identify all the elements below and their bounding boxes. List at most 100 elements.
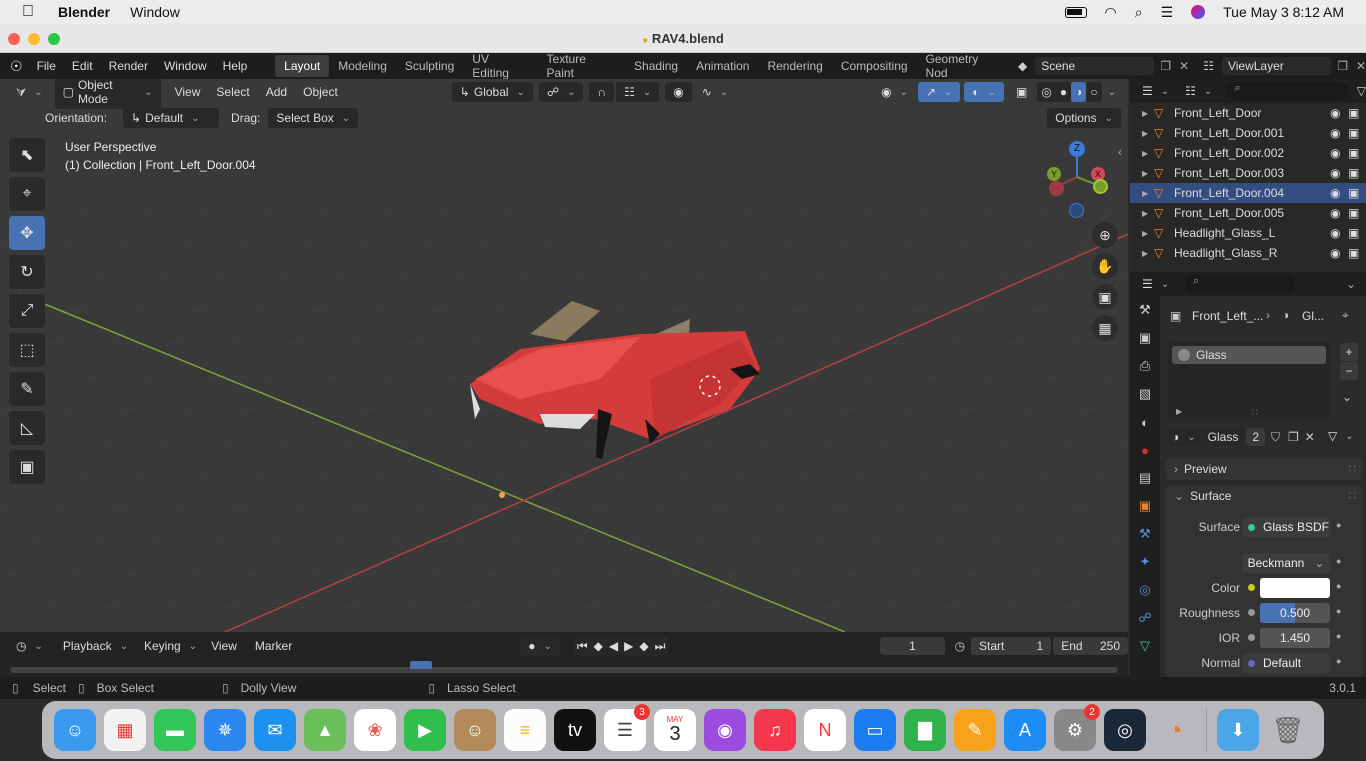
material-slot-row[interactable]: Glass [1172, 346, 1326, 364]
remove-view-layer-icon[interactable]: ✕ [1356, 59, 1366, 73]
start-frame-field[interactable]: Start 1 [971, 637, 1052, 655]
app-store-icon[interactable]: A [1004, 709, 1046, 751]
color-socket-icon[interactable] [1248, 584, 1255, 591]
outliner-filter-icon[interactable]: ▽ [1357, 84, 1366, 98]
roughness-slider[interactable]: 0.500 [1260, 603, 1330, 623]
expand-arrow-icon[interactable]: ▶ [1142, 229, 1154, 238]
measure-tool-icon[interactable]: ◺ [9, 411, 45, 445]
menu-window[interactable]: Window [156, 59, 215, 73]
duplicate-material-icon[interactable]: ❐ [1286, 428, 1301, 446]
outliner-item[interactable]: ▶ ▽ Front_Left_Door.005 ◉ ▣ [1130, 203, 1366, 223]
prev-keyframe-icon[interactable]: ◆ [590, 636, 606, 656]
timeline-scrubber[interactable] [10, 661, 1118, 673]
collection-tab-icon[interactable]: ▤ [1130, 464, 1160, 492]
pan-hand-icon[interactable]: ✋ [1092, 253, 1118, 279]
falloff-dropdown[interactable]: ∿ [694, 82, 736, 102]
add-cube-tool-icon[interactable]: ▣ [9, 450, 45, 484]
visibility-dropdown[interactable]: ◉ [873, 82, 916, 102]
transform-tool-icon[interactable]: ⬚ [9, 333, 45, 367]
timeline-editor-type-icon[interactable]: ◷ [8, 636, 51, 656]
transform-orientation-dropdown[interactable]: ↳ Global [451, 82, 533, 102]
particles-tab-icon[interactable]: ✦ [1130, 548, 1160, 576]
playback-menu[interactable]: Playback [55, 636, 136, 656]
tab-modeling[interactable]: Modeling [329, 55, 396, 77]
visibility-eye-icon[interactable]: ◉ [1330, 206, 1348, 220]
shading-options-dropdown[interactable] [1102, 84, 1118, 101]
scene-icon[interactable]: ◆ [1018, 59, 1027, 73]
timeline-view-menu[interactable]: View [211, 639, 237, 653]
search-icon[interactable]: ⌕ [1135, 4, 1143, 21]
data-tab-icon[interactable]: ▽ [1130, 632, 1160, 660]
visibility-eye-icon[interactable]: ◉ [1330, 246, 1348, 260]
pages-icon[interactable]: ✎ [954, 709, 996, 751]
siri-icon[interactable] [1191, 5, 1206, 19]
outliner-item[interactable]: ▶ ▽ Front_Left_Door.001 ◉ ▣ [1130, 123, 1366, 143]
object-tab-icon[interactable]: ▣ [1130, 492, 1160, 520]
solid-shading-button[interactable]: ● [1055, 82, 1072, 102]
proportional-editing-toggle[interactable]: ◉ [665, 82, 692, 102]
battery-icon[interactable] [1064, 6, 1087, 18]
select-box-tool-icon[interactable]: ⬉ [9, 138, 45, 172]
navigation-gizmo[interactable]: Z Y X [1040, 139, 1120, 219]
slot-specials-icon[interactable]: ⌄ [1342, 390, 1352, 404]
render-camera-icon[interactable]: ▣ [1348, 146, 1366, 160]
render-camera-icon[interactable]: ▣ [1348, 246, 1366, 260]
apple-icon[interactable]:  [22, 4, 36, 20]
current-frame-field[interactable]: 1 [880, 637, 945, 655]
material-name-field[interactable]: Glass [1201, 428, 1245, 446]
outliner-item[interactable]: ▶ ▽ Front_Left_Door.003 ◉ ▣ [1130, 163, 1366, 183]
contacts-icon[interactable]: ☺ [454, 709, 496, 751]
snap-toggle[interactable]: ∩ [589, 82, 615, 102]
frame-indicator[interactable] [410, 661, 432, 669]
photos-icon[interactable]: ❀ [354, 709, 396, 751]
drag-dropdown[interactable]: Select Box [268, 108, 359, 128]
mail-icon[interactable]: ✉ [254, 709, 296, 751]
keyframe-dot-icon[interactable]: ● [1336, 631, 1341, 641]
menu-help[interactable]: Help [215, 59, 256, 73]
menu-edit[interactable]: Edit [64, 59, 101, 73]
render-tab-icon[interactable]: ▣ [1130, 324, 1160, 352]
gizmo-neg-z-icon[interactable] [1069, 203, 1084, 218]
overlay-toggle[interactable]: ◐ [964, 82, 1005, 102]
render-camera-icon[interactable]: ▣ [1348, 206, 1366, 220]
calendar-icon[interactable]: MAY 3 [654, 709, 696, 751]
apple-tv-icon[interactable]: tv [554, 709, 596, 751]
camera-icon[interactable]: ▣ [1092, 284, 1118, 310]
3d-viewport[interactable]: ⮛ ▢ Object Mode View Select Add Object ↳… [0, 79, 1128, 632]
wireframe-shading-button[interactable]: ◎ [1037, 82, 1056, 102]
snap-settings-dropdown[interactable]: ☷ [616, 82, 660, 102]
properties-search-input[interactable]: ⌕ [1185, 275, 1296, 293]
keyframe-dot-icon[interactable]: ● [1336, 581, 1341, 591]
expand-arrow-icon[interactable]: ▶ [1142, 129, 1154, 138]
new-scene-icon[interactable]: ❐ [1160, 59, 1171, 73]
material-slots-list[interactable]: Glass ▶ ∷ [1168, 342, 1330, 420]
output-tab-icon[interactable]: ⎙ [1130, 352, 1160, 380]
outliner-item[interactable]: ▶ ▽ Front_Left_Door ◉ ▣ [1130, 103, 1366, 123]
drag-grip-icon[interactable]: ∷ [1348, 462, 1356, 476]
app-menu[interactable]: Blender [58, 4, 110, 20]
gizmo-z-icon[interactable]: Z [1069, 141, 1085, 157]
render-camera-icon[interactable]: ▣ [1348, 166, 1366, 180]
tab-shading[interactable]: Shading [625, 55, 687, 77]
music-icon[interactable]: ♫ [754, 709, 796, 751]
gizmo-neg-y-icon[interactable] [1093, 179, 1108, 194]
normal-field[interactable]: Default [1242, 653, 1330, 673]
tab-compositing[interactable]: Compositing [832, 55, 917, 77]
close-window-button[interactable] [8, 33, 20, 45]
finder-icon[interactable]: ☺ [54, 709, 96, 751]
marker-menu[interactable]: Marker [255, 639, 292, 653]
outliner-item[interactable]: ▶ ▽ Front_Left_Door.002 ◉ ▣ [1130, 143, 1366, 163]
preview-panel-header[interactable]: › Preview ∷ [1166, 458, 1362, 480]
launchpad-icon[interactable]: ▦ [104, 709, 146, 751]
reminders-icon[interactable]: ☰ 3 [604, 704, 650, 751]
expand-arrow-icon[interactable]: ▶ [1142, 149, 1154, 158]
physics-tab-icon[interactable]: ◎ [1130, 576, 1160, 604]
options-dropdown[interactable]: Options [1047, 108, 1121, 128]
messages-icon[interactable]: ▬ [154, 709, 196, 751]
auto-keying-toggle[interactable]: ● [520, 636, 560, 656]
fake-user-icon[interactable]: ⛉ [1267, 428, 1284, 447]
control-center-icon[interactable]: ☰ [1161, 4, 1174, 21]
render-camera-icon[interactable]: ▣ [1348, 186, 1366, 200]
expand-arrow-icon[interactable]: ▶ [1142, 109, 1154, 118]
visibility-eye-icon[interactable]: ◉ [1330, 106, 1348, 120]
